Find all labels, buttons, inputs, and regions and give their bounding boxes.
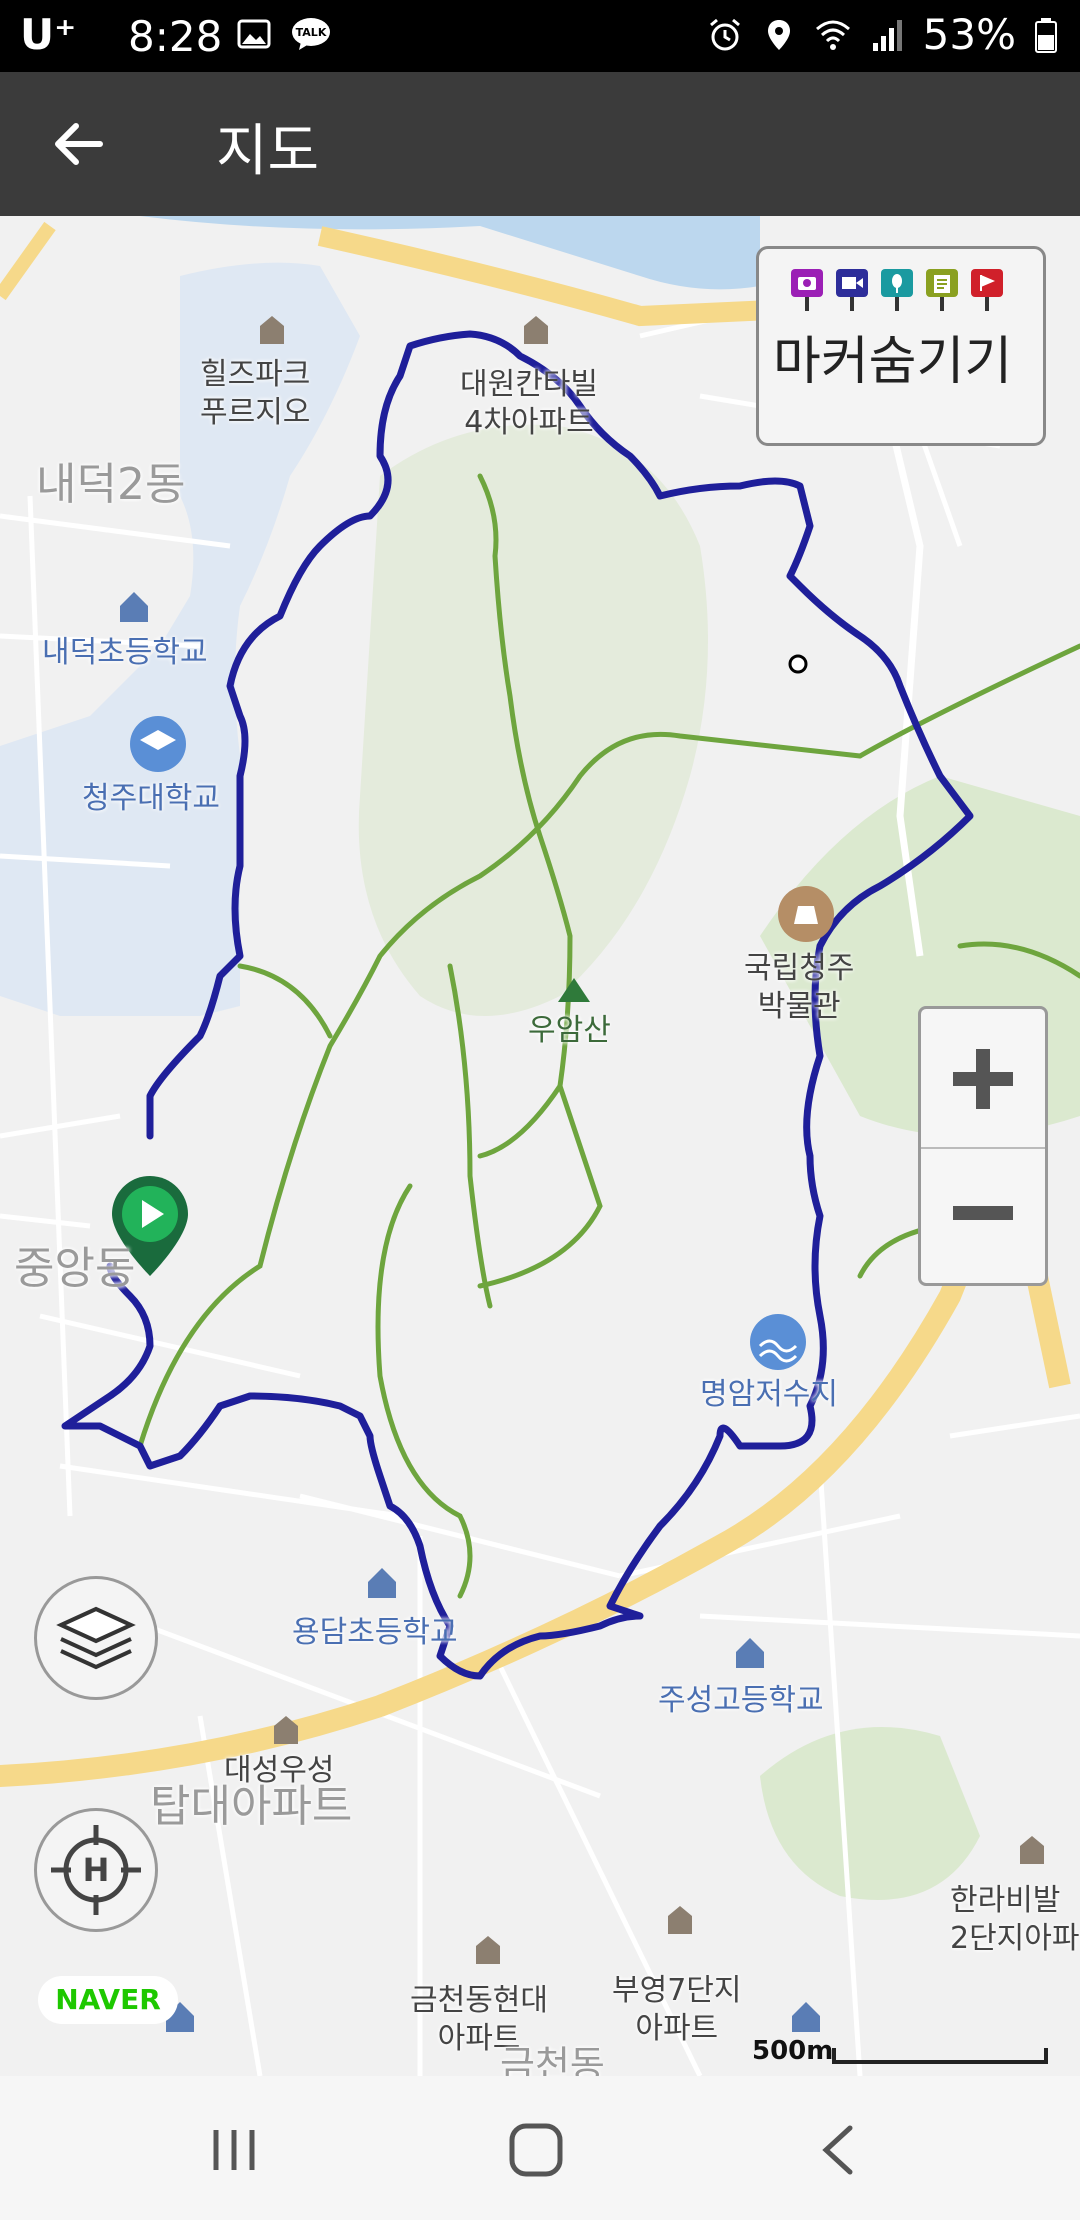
signal-icon — [872, 19, 902, 51]
battery-percent: 53% — [922, 10, 1016, 59]
carrier-label: U⁺ — [20, 10, 77, 59]
back-arrow-icon[interactable] — [48, 114, 108, 174]
status-bar: U⁺ 8:28 TALK 53% — [0, 0, 1080, 72]
map-label-cheongju-univ: 청주대학교 — [82, 781, 220, 816]
location-icon — [767, 19, 790, 50]
wifi-icon — [815, 20, 850, 50]
map-label-jungang: 중앙동 — [14, 1243, 136, 1294]
battery-icon — [1035, 17, 1057, 53]
page-title: 지도 — [216, 119, 320, 184]
route-waypoint — [788, 654, 808, 674]
hide-markers-label: 마커숨기기 — [773, 332, 1013, 392]
home-icon[interactable] — [506, 2120, 566, 2180]
marker-pins — [789, 267, 1005, 311]
map-label-geumcheon-dong: 금천동 — [500, 2043, 605, 2076]
crosshair-icon: H — [51, 1825, 141, 1915]
flag-pin-icon — [971, 269, 1003, 311]
gallery-icon — [237, 19, 271, 49]
map-label-hills-park: 힐즈파크 푸르지오 — [200, 357, 311, 430]
map-label-juseong: 주성고등학교 — [658, 1683, 824, 1718]
recent-apps-icon[interactable] — [204, 2120, 264, 2180]
clock: 8:28 — [128, 12, 223, 61]
video-pin-icon — [836, 269, 868, 311]
map-label-naedeok-school: 내덕초등학교 — [42, 635, 208, 670]
zoom-controls — [918, 1006, 1048, 1286]
map-label-daewon: 대원칸타빌 4차아파트 — [460, 367, 598, 440]
minus-icon — [953, 1206, 1013, 1220]
alarm-icon — [709, 18, 740, 50]
scale-line — [832, 2048, 1048, 2064]
map-label-tapdae: 탑대아파트 — [150, 1781, 353, 1832]
photo-pin-icon — [791, 269, 823, 311]
map-label-naedeok2: 내덕2동 — [36, 459, 186, 510]
app-bar: 지도 — [0, 72, 1080, 216]
notification-icons: TALK — [236, 16, 332, 52]
layers-button[interactable] — [34, 1576, 158, 1700]
zoom-out-button[interactable] — [921, 1149, 1045, 1283]
reservoir-icon — [750, 1314, 806, 1370]
scale-bar: 500m — [752, 2036, 1052, 2066]
road-left — [0, 221, 56, 301]
back-icon[interactable] — [810, 2120, 870, 2180]
forest-area — [358, 424, 708, 1016]
system-icons: 53% — [707, 10, 1058, 59]
map-label-myeongam: 명암저수지 — [700, 1377, 838, 1412]
my-location-button[interactable]: H — [34, 1808, 158, 1932]
svg-text:H: H — [83, 1851, 110, 1889]
naver-logo: NAVER — [38, 1976, 178, 2024]
memo-pin-icon — [926, 269, 958, 311]
map-view[interactable]: 힐즈파크 푸르지오 대원칸타빌 4차아파트 내덕2동 내덕초등학교 청주대학교 … — [0, 216, 1080, 2076]
map-label-buyoung: 부영7단지 아파트 — [612, 1973, 742, 2046]
talk-icon: TALK — [292, 18, 330, 50]
map-label-museum: 국립청주 박물관 — [744, 951, 855, 1024]
map-label-yongdam: 용담초등학교 — [292, 1615, 458, 1650]
park-area-2 — [760, 1727, 980, 1900]
map-label-mountain: 우암산 — [528, 1013, 611, 1048]
svg-text:TALK: TALK — [296, 26, 327, 39]
plus-icon — [953, 1049, 1013, 1109]
layers-icon — [56, 1606, 136, 1670]
system-navigation-bar — [0, 2076, 1080, 2220]
map-label-hanra: 한라비발 2단지아파 — [950, 1883, 1080, 1956]
voice-pin-icon — [881, 269, 913, 311]
marker-toggle-panel[interactable]: 마커숨기기 — [756, 246, 1046, 446]
zoom-in-button[interactable] — [921, 1009, 1045, 1149]
